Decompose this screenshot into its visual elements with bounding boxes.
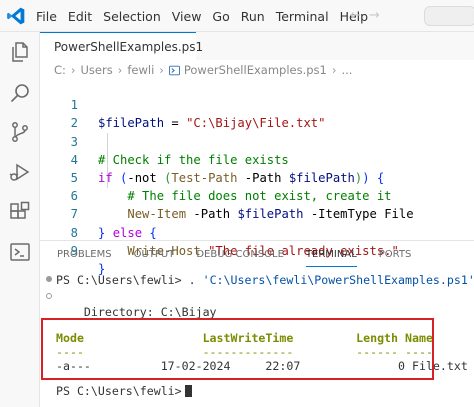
- code-editor[interactable]: 1 $filePath = "C:\Bijay\File.txt" 2 3 # …: [40, 78, 474, 276]
- vscode-logo-icon: [7, 7, 25, 25]
- editor-tabs: PowerShellExamples.ps1: [40, 32, 474, 60]
- breadcrumb: C: › Users › fewli › PowerShellExamples.…: [40, 60, 474, 80]
- nav-arrows: ←→: [350, 8, 388, 23]
- code-line: 9 }: [40, 224, 474, 276]
- terminal-line: PS C:\Users\fewli> . 'C:\Users\fewli\Pow…: [56, 273, 474, 287]
- tab-output[interactable]: OUTPUT: [134, 249, 175, 260]
- tab-debug-console[interactable]: DEBUG CONSOLE: [196, 249, 284, 260]
- tab-label: PowerShellExamples.ps1: [54, 39, 204, 54]
- code-line: 5 # The file does not exist, create it: [40, 151, 474, 203]
- menu-go[interactable]: Go: [212, 9, 229, 24]
- tab-powershellexamples[interactable]: PowerShellExamples.ps1: [40, 32, 203, 60]
- script-path: 'C:\Users\fewli\PowerShellExamples.ps1': [202, 273, 474, 287]
- chevron-right-icon: ›: [70, 63, 76, 77]
- source-control-icon[interactable]: [8, 120, 32, 144]
- activity-bar: [0, 32, 40, 407]
- code-line: 6 New-Item -Path $filePath -ItemType Fil…: [40, 169, 474, 221]
- tab-terminal[interactable]: TERMINAL: [305, 249, 357, 267]
- forward-arrow-icon[interactable]: →: [369, 8, 388, 23]
- menu-terminal[interactable]: Terminal: [276, 9, 329, 24]
- command-decoration-icon[interactable]: [46, 276, 52, 282]
- breadcrumb-item[interactable]: C:: [54, 63, 66, 77]
- tab-problems[interactable]: PROBLEMS: [57, 249, 112, 260]
- back-arrow-icon[interactable]: ←: [350, 8, 369, 23]
- menu-view[interactable]: View: [172, 9, 202, 24]
- breadcrumb-item[interactable]: fewli: [127, 63, 154, 77]
- menu-run[interactable]: Run: [241, 9, 265, 24]
- highlight-box: [41, 318, 434, 380]
- chevron-right-icon: ›: [117, 63, 123, 77]
- breadcrumb-item[interactable]: Users: [81, 63, 113, 77]
- menu-edit[interactable]: Edit: [68, 9, 92, 24]
- command-center[interactable]: [424, 6, 474, 26]
- extensions-icon[interactable]: [8, 200, 32, 224]
- terminal-cursor: [184, 385, 192, 397]
- directory-line: Directory: C:\Bijay: [56, 305, 217, 319]
- powershell-icon[interactable]: [8, 240, 32, 264]
- code-line: 7 } else {: [40, 187, 474, 239]
- code-line: 4 if (-not (Test-Path -Path $filePath)) …: [40, 133, 474, 185]
- prompt-text: PS C:\Users\fewli>: [56, 384, 182, 398]
- run-debug-icon[interactable]: [8, 160, 32, 184]
- chevron-right-icon: ›: [331, 63, 337, 77]
- prompt-text: PS C:\Users\fewli> .: [56, 273, 203, 287]
- panel-tabs: PROBLEMS OUTPUT DEBUG CONSOLE TERMINAL P…: [40, 240, 474, 268]
- code-line: 8 Write-Host "The file already exists.": [40, 205, 474, 258]
- chevron-right-icon: ›: [159, 63, 164, 77]
- code-line: 3 # Check if the file exists: [40, 114, 474, 167]
- menu-selection[interactable]: Selection: [103, 9, 161, 24]
- breadcrumb-item[interactable]: ...: [341, 63, 352, 77]
- explorer-icon[interactable]: [8, 40, 32, 64]
- breadcrumb-item[interactable]: PowerShellExamples.ps1: [184, 63, 327, 77]
- terminal-prompt: PS C:\Users\fewli>: [56, 384, 192, 398]
- code-line: 1 $filePath = "C:\Bijay\File.txt": [40, 78, 474, 130]
- title-bar: File Edit Selection View Go Run Terminal…: [0, 0, 474, 32]
- code-line: 2: [40, 96, 474, 130]
- menu-file[interactable]: File: [36, 9, 57, 24]
- tab-ports[interactable]: PORTS: [379, 249, 412, 260]
- command-decoration-icon[interactable]: [46, 293, 52, 299]
- search-icon[interactable]: [8, 82, 32, 106]
- powershell-file-icon: [168, 65, 180, 75]
- menu-bar: File Edit Selection View Go Run Terminal…: [36, 0, 379, 32]
